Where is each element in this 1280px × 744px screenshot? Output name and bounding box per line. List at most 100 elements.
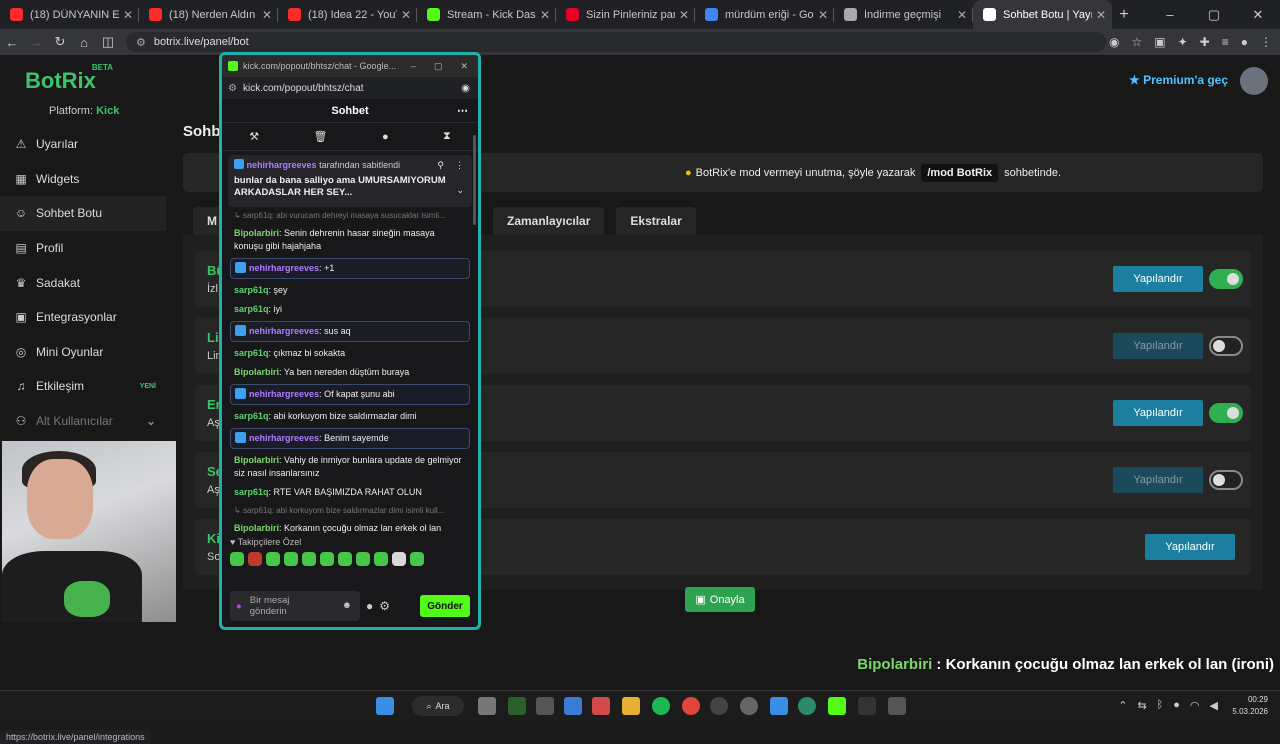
settings-icon[interactable] (740, 697, 758, 715)
chat-username[interactable]: sarp61q (234, 285, 269, 295)
emote-icon[interactable] (266, 552, 280, 566)
sidebar-item[interactable]: ▤ Profil (0, 231, 166, 266)
pinned-more-icon[interactable]: ⋮ (455, 160, 464, 171)
sidebar-item[interactable]: ♫ Etkileşim YENİ (0, 369, 166, 404)
sidepanel-icon[interactable]: ◫ (96, 34, 120, 50)
close-icon[interactable]: ✕ (460, 61, 468, 72)
emote-icon[interactable] (410, 552, 424, 566)
close-tab-icon[interactable]: ✕ (957, 8, 967, 22)
chat-username[interactable]: sarp61q (234, 487, 269, 497)
send-button[interactable]: Gönder (420, 595, 470, 617)
microphone-icon[interactable]: ● (236, 601, 242, 612)
sidebar-item[interactable]: ♛ Sadakat (0, 265, 166, 300)
chat-emote-icon[interactable]: ● (366, 599, 373, 613)
terminal-icon[interactable] (858, 697, 876, 715)
chat-username[interactable]: sarp61q (234, 304, 269, 314)
mic-icon[interactable]: ● (1173, 699, 1180, 712)
configure-button[interactable]: Yapılandır (1113, 400, 1203, 426)
settings-tab[interactable]: Zamanlayıcılar (493, 207, 605, 235)
browser-tab[interactable]: (18) Idea 22 - YouTube ✕ (278, 0, 417, 29)
chevron-up-icon[interactable]: ⌃ (1118, 699, 1127, 712)
chat-username[interactable]: nehirhargreeves (249, 263, 319, 273)
browser-tab[interactable]: Sohbet Botu | Yayınını gü ✕ (973, 0, 1112, 29)
chat-message[interactable]: Bipolarbiri: Senin dehrenin hasar sineği… (230, 224, 470, 256)
puzzle-icon[interactable]: ✚ (1200, 35, 1210, 49)
bluetooth-icon[interactable]: ᛒ (1157, 699, 1164, 712)
chat-message[interactable]: Bipolarbiri: Ya ben nereden düştüm buray… (230, 363, 470, 382)
app-icon-4[interactable] (710, 697, 728, 715)
configure-button[interactable]: Yapılandır (1113, 467, 1203, 493)
taskbar-clock[interactable]: 00:29 5.03.2026 (1232, 694, 1268, 718)
emote-icon[interactable] (320, 552, 334, 566)
chrome-icon[interactable] (682, 697, 700, 715)
taskview-icon[interactable] (478, 697, 496, 715)
premium-link[interactable]: ★ Premium'a geç (1129, 73, 1228, 87)
kebab-menu-icon[interactable]: ⋮ (1260, 35, 1272, 49)
hourglass-icon[interactable]: ⧗ (443, 130, 451, 143)
chevron-down-icon[interactable]: ⌄ (146, 414, 156, 428)
close-tab-icon[interactable]: ✕ (818, 8, 828, 22)
chat-username[interactable]: Bipolarbiri (234, 455, 279, 465)
chat-username[interactable]: nehirhargreeves (249, 433, 319, 443)
emoji-icon[interactable]: ☻ (342, 600, 352, 611)
chat-message[interactable]: Bipolarbiri: Korkanın çocuğu olmaz lan e… (230, 519, 470, 537)
close-tab-icon[interactable]: ✕ (123, 8, 133, 22)
close-tab-icon[interactable]: ✕ (679, 8, 689, 22)
chat-username[interactable]: sarp61q (234, 348, 269, 358)
enable-toggle[interactable] (1209, 269, 1243, 289)
enable-toggle[interactable] (1209, 336, 1243, 356)
new-tab-icon[interactable]: + (1112, 6, 1136, 24)
close-tab-icon[interactable]: ✕ (1096, 8, 1106, 22)
enable-toggle[interactable] (1209, 403, 1243, 423)
chat-message[interactable]: nehirhargreeves: +1 (230, 258, 470, 279)
chat-username[interactable]: sarp61q (234, 411, 269, 421)
emote-icon[interactable] (248, 552, 262, 566)
maximize-icon[interactable]: ▢ (434, 61, 443, 72)
store-icon[interactable] (536, 697, 554, 715)
chat-input[interactable]: ● Bir mesaj gönderin ☻ (230, 591, 360, 621)
close-tab-icon[interactable]: ✕ (540, 8, 550, 22)
sidebar-item[interactable]: ⚇ Alt Kullanıcılar ⌄ (0, 404, 166, 439)
sidebar-item[interactable]: ☺ Sohbet Botu (0, 196, 166, 231)
forward-icon[interactable]: → (24, 35, 48, 50)
kick-app-icon[interactable] (828, 697, 846, 715)
chevron-down-icon[interactable]: ⌄ (456, 185, 464, 196)
app-icon-2[interactable] (564, 697, 582, 715)
configure-button[interactable]: Yapılandır (1113, 266, 1203, 292)
site-info-icon[interactable]: ⚙ (228, 83, 237, 94)
emote-icon[interactable] (284, 552, 298, 566)
close-tab-icon[interactable]: ✕ (262, 8, 272, 22)
chat-message[interactable]: sarp61q: abi korkuyom bize saldırmazlar … (230, 407, 470, 426)
sidebar-item[interactable]: ▦ Widgets (0, 162, 166, 197)
profile-icon[interactable]: ● (1241, 35, 1248, 49)
chat-message[interactable]: sarp61q: RTE VAR BAŞIMIZDA RAHAT OLUN (230, 483, 470, 502)
reload-icon[interactable]: ↻ (48, 34, 72, 50)
wifi-icon[interactable]: ◠ (1190, 699, 1200, 712)
browser-tab[interactable]: (18) DÜNYANIN EN APTAL ✕ (0, 0, 139, 29)
trash-icon[interactable]: 🗑 (314, 130, 328, 143)
configure-button[interactable]: Yapılandır (1145, 534, 1235, 560)
chat-message[interactable]: nehirhargreeves: Benim sayemde (230, 428, 470, 449)
bookmark-star-icon[interactable]: ☆ (1132, 35, 1143, 49)
app-icon-3[interactable] (592, 697, 610, 715)
more-options-icon[interactable]: ⋯ (457, 104, 468, 117)
eye-off-icon[interactable]: ◉ (1109, 35, 1119, 49)
browser-tab[interactable]: Sizin Pinleriniz panosunda ✕ (556, 0, 695, 29)
app-icon-5[interactable] (770, 697, 788, 715)
hammer-icon[interactable]: ⚒ (249, 130, 259, 143)
close-icon[interactable]: ✕ (1236, 0, 1280, 29)
emote-icon[interactable] (230, 552, 244, 566)
browser-tab[interactable]: Stream - Kick Dashboard ✕ (417, 0, 556, 29)
url-field[interactable]: ⚙ botrix.live/panel/bot (126, 32, 1106, 52)
chat-message[interactable]: sarp61q: çıkmaz bi sokakta (230, 344, 470, 363)
eye-off-icon[interactable]: ◉ (461, 83, 478, 94)
minimize-icon[interactable]: – (411, 61, 416, 72)
settings-gear-icon[interactable]: ⚙ (379, 599, 390, 613)
chat-scrollbar[interactable] (473, 135, 476, 225)
minimize-icon[interactable]: – (1148, 0, 1192, 29)
maximize-icon[interactable]: ▢ (1192, 0, 1236, 29)
chat-message[interactable]: sarp61q: şey (230, 281, 470, 300)
spotify-icon[interactable] (652, 697, 670, 715)
menu-list-icon[interactable]: ≡ (1222, 35, 1229, 49)
extension-icon[interactable]: ✦ (1178, 35, 1188, 49)
